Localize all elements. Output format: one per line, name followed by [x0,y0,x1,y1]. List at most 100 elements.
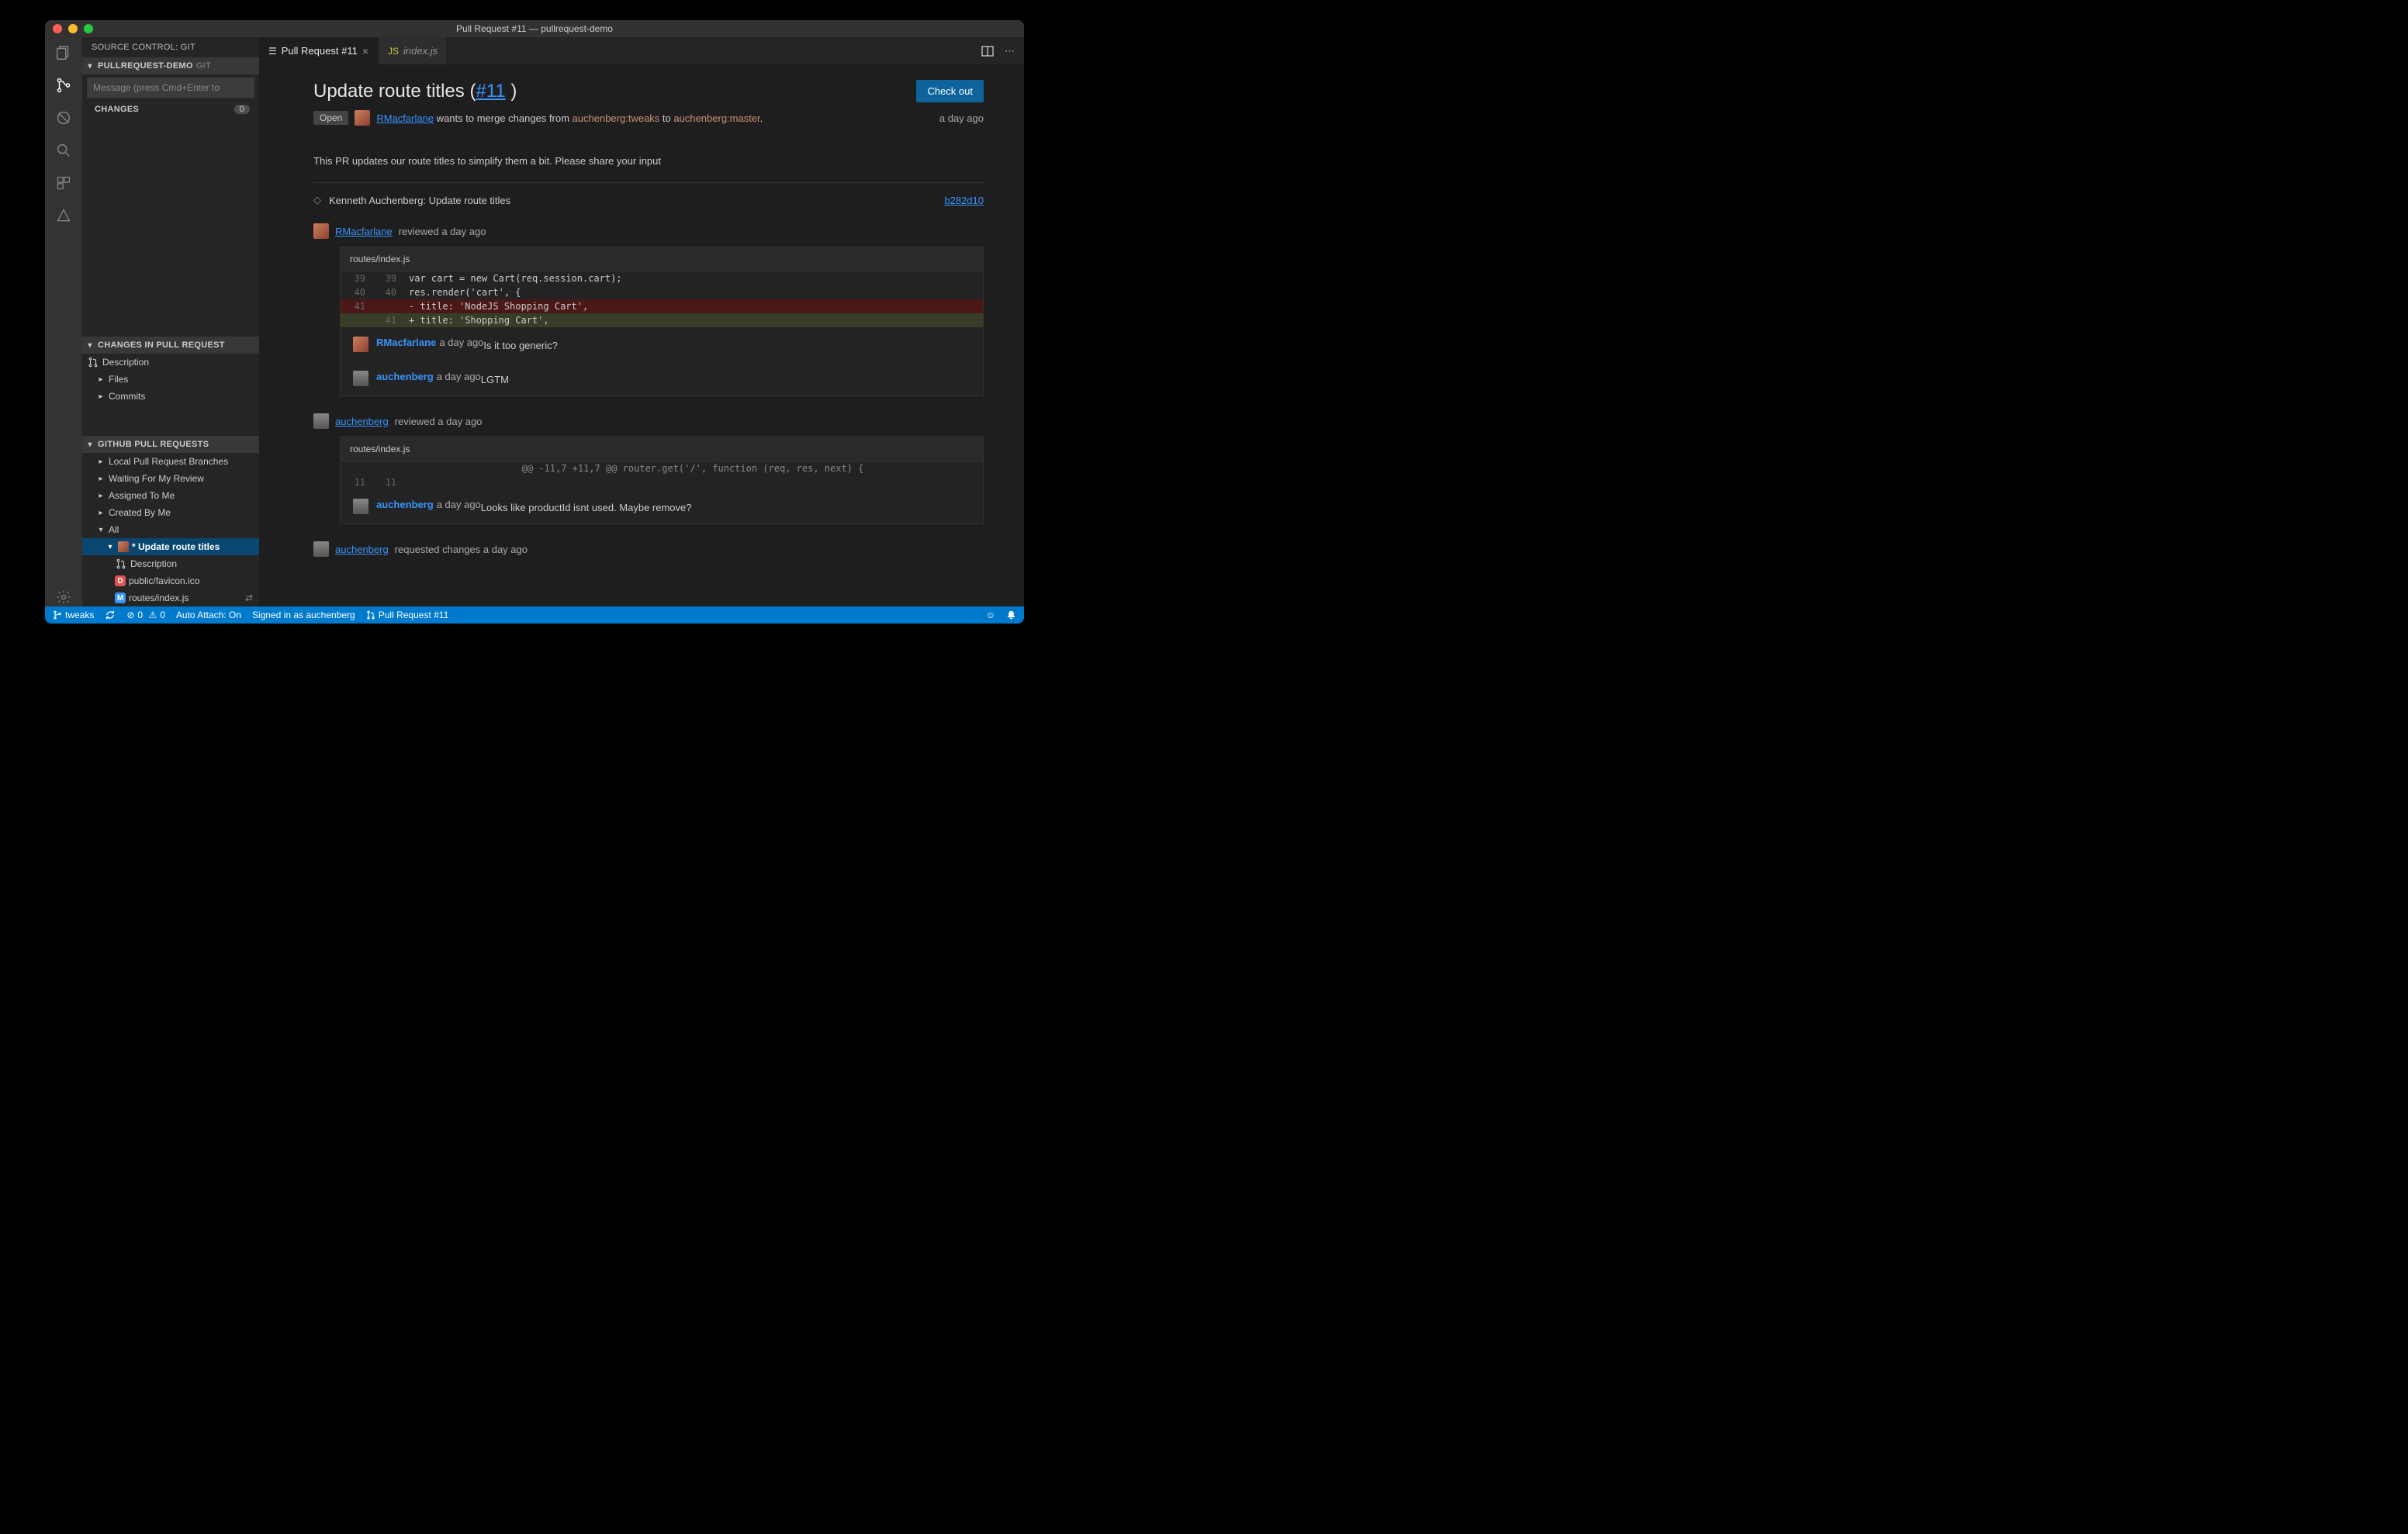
ghpr-created[interactable]: ▸Created By Me [82,504,259,521]
activity-bar [45,37,82,606]
diff-table: @@ -11,7 +11,7 @@ router.get('/', functi… [341,461,983,489]
ghpr-assigned[interactable]: ▸Assigned To Me [82,487,259,504]
review-comment: auchenberga day agoLGTM [341,361,983,396]
minimize-window-button[interactable] [68,24,78,33]
changes-row[interactable]: CHANGES 0 [82,101,259,118]
commit-icon: ◇ [313,194,321,206]
files-icon[interactable] [54,43,73,62]
status-sync[interactable] [105,610,116,620]
branch-src: auchenberg:tweaks [573,112,660,124]
git-pr-icon [87,356,99,368]
chevron-down-icon: ▾ [85,341,95,350]
commit-sha-link[interactable]: b282d10 [944,195,984,206]
status-bell-icon[interactable] [1006,610,1016,620]
pr-tab-icon: ☰ [268,46,277,57]
chevron-right-icon: ▸ [96,492,106,500]
review-comment: auchenberga day agoLooks like productId … [341,489,983,523]
avatar-icon [313,413,329,429]
status-branch[interactable]: tweaks [53,610,94,620]
sidebar: SOURCE CONTROL: GIT ▾ PULLREQUEST-DEMO G… [82,37,259,606]
scm-icon[interactable] [54,76,73,95]
maximize-window-button[interactable] [84,24,93,33]
pr-age: a day ago [939,112,984,124]
window-controls [45,24,93,33]
ghpr-waiting[interactable]: ▸Waiting For My Review [82,470,259,487]
review-block: RMacfarlane reviewed a day ago routes/in… [313,223,984,396]
repo-name: PULLREQUEST-DEMO [98,61,193,71]
avatar-icon [313,223,329,239]
commenter-link[interactable]: auchenberg [376,499,434,514]
more-icon[interactable]: ⋯ [1005,45,1015,57]
pr-state-badge: Open [313,111,348,125]
avatar-icon [118,541,129,552]
titlebar: Pull Request #11 — pullrequest-demo [45,20,1024,37]
pr-body: This PR updates our route titles to simp… [313,155,984,183]
ghpr-sel-file2[interactable]: M routes/index.js ⇄ [82,589,259,606]
tabs-bar: ☰ Pull Request #11 × JS index.js ⋯ [259,37,1024,64]
tab-indexjs[interactable]: JS index.js [379,37,448,64]
ghpr-sel-file1[interactable]: D public/favicon.ico [82,572,259,589]
ghpr-local[interactable]: ▸Local Pull Request Branches [82,453,259,470]
git-pr-icon [115,558,127,570]
avatar-icon [353,337,368,352]
branch-dst: auchenberg:master [673,112,759,124]
commenter-link[interactable]: RMacfarlane [376,337,436,352]
reviewer-link[interactable]: auchenberg [335,416,389,427]
tab-pull-request[interactable]: ☰ Pull Request #11 × [259,37,379,64]
pr-title: Update route titles (#11 ) [313,81,517,102]
repo-kind: GIT [196,61,211,71]
pr-files-item[interactable]: ▸Files [82,371,259,388]
status-autoattach[interactable]: Auto Attach: On [176,610,241,620]
close-icon[interactable]: × [362,45,368,57]
review-block: auchenberg reviewed a day ago routes/ind… [313,413,984,524]
close-window-button[interactable] [53,24,62,33]
chevron-right-icon: ▸ [96,458,106,466]
reviewer-link[interactable]: RMacfarlane [335,226,393,237]
commit-message-input[interactable]: Message (press Cmd+Enter to [87,78,254,98]
diff-file-path: routes/index.js [341,247,983,271]
chevron-down-icon: ▾ [85,441,95,449]
chevron-right-icon: ▸ [96,375,106,384]
github-pr-header[interactable]: ▾ GITHUB PULL REQUESTS [82,436,259,453]
changes-label: CHANGES [95,105,139,114]
pr-description-item[interactable]: Description [82,354,259,371]
status-problems[interactable]: ⊘ 0 ⚠ 0 [126,610,165,620]
window-title: Pull Request #11 — pullrequest-demo [45,23,1024,34]
status-signed-in[interactable]: Signed in as auchenberg [252,610,355,620]
repo-section-header[interactable]: ▾ PULLREQUEST-DEMO GIT [82,57,259,74]
azure-icon[interactable] [54,206,73,225]
diff-table: 3939var cart = new Cart(req.session.cart… [341,271,983,327]
pr-content: Update route titles (#11 ) Check out Ope… [259,64,1024,606]
status-pr[interactable]: Pull Request #11 [366,610,449,620]
split-editor-icon[interactable] [981,45,994,57]
ghpr-all[interactable]: ▾All [82,521,259,538]
changes-in-pr-header[interactable]: ▾ CHANGES IN PULL REQUEST [82,337,259,354]
ghpr-sel-description[interactable]: Description [82,555,259,572]
avatar-icon [313,541,329,557]
chevron-right-icon: ▸ [96,392,106,401]
ghpr-selected-pr[interactable]: ▾ * Update route titles [82,538,259,555]
chevron-right-icon: ▸ [96,475,106,483]
commit-row: ◇ Kenneth Auchenberg: Update route title… [313,194,984,206]
status-feedback-icon[interactable]: ☺ [986,610,995,620]
app-window: Pull Request #11 — pullrequest-demo [45,20,1024,624]
review-comment: RMacfarlanea day agoIs it too generic? [341,327,983,361]
pr-number-link[interactable]: #11 [476,81,505,102]
debug-icon[interactable] [54,109,73,127]
pr-commits-item[interactable]: ▸Commits [82,388,259,405]
gear-icon[interactable] [54,588,73,606]
changes-count: 0 [234,105,250,114]
search-icon[interactable] [54,141,73,160]
extensions-icon[interactable] [54,174,73,192]
commenter-link[interactable]: auchenberg [376,371,434,386]
pr-author-link[interactable]: RMacfarlane [376,112,434,124]
avatar-icon [353,371,368,386]
status-m-icon: M [115,593,126,603]
avatar-icon [355,110,370,126]
reviewer-link[interactable]: auchenberg [335,544,389,555]
chevron-right-icon: ▸ [96,509,106,517]
checkout-button[interactable]: Check out [916,80,984,102]
editor-area: ☰ Pull Request #11 × JS index.js ⋯ Upd [259,37,1024,606]
diff-file-path: routes/index.js [341,437,983,461]
status-bar: tweaks ⊘ 0 ⚠ 0 Auto Attach: On Signed in… [45,606,1024,624]
